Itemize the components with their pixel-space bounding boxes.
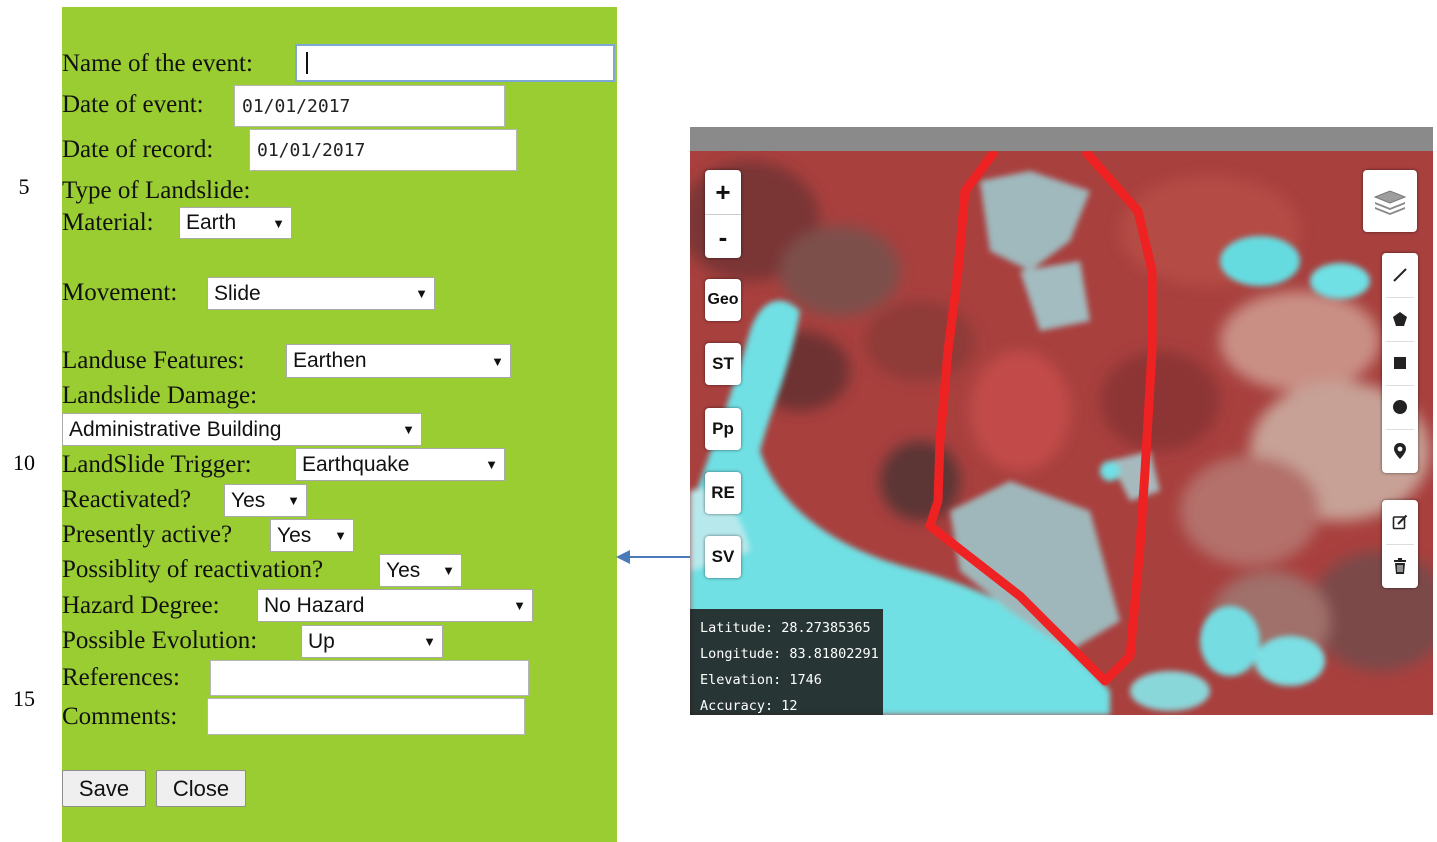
- line-number-10: 10: [13, 450, 35, 475]
- re-button[interactable]: RE: [705, 472, 741, 514]
- event-name-input[interactable]: [295, 44, 615, 82]
- zoom-in-button[interactable]: +: [705, 170, 741, 215]
- hazard-row: Hazard Degree:: [62, 590, 220, 621]
- accuracy-readout: Accuracy: 12: [700, 698, 798, 714]
- trigger-select[interactable]: Earthquake ▼: [295, 448, 505, 481]
- reactivation-possibility-select[interactable]: Yes ▼: [379, 554, 462, 587]
- layers-control[interactable]: [1363, 170, 1417, 232]
- chevron-down-icon: ▼: [513, 598, 526, 613]
- reactivation-possibility-label: Possiblity of reactivation?: [62, 556, 324, 584]
- chevron-down-icon: ▼: [287, 493, 300, 508]
- map-view[interactable]: + - Geo ST Pp RE SV Latitude: 28.2738536…: [690, 127, 1433, 715]
- edit-icon: [1392, 514, 1408, 530]
- references-input[interactable]: [210, 660, 529, 696]
- hazard-select[interactable]: No Hazard ▼: [257, 589, 533, 622]
- material-label: Material:: [62, 209, 154, 237]
- landslide-form: Name of the event: Date of event: 01/01/…: [62, 7, 617, 842]
- sv-button[interactable]: SV: [705, 536, 741, 578]
- presently-active-select[interactable]: Yes ▼: [270, 519, 354, 552]
- event-date-row: Date of event:: [62, 89, 204, 120]
- draw-marker-button[interactable]: [1382, 429, 1418, 473]
- edit-layers-button[interactable]: [1382, 500, 1418, 544]
- coordinates-panel: Latitude: 28.27385365 Longitude: 83.8180…: [690, 609, 883, 715]
- references-label: References:: [62, 664, 180, 692]
- elevation-readout: Elevation: 1746: [700, 672, 822, 688]
- record-date-label: Date of record:: [62, 136, 214, 164]
- polygon-icon: [1393, 312, 1407, 326]
- reactivated-row: Reactivated?: [62, 484, 191, 515]
- comments-label: Comments:: [62, 703, 178, 731]
- reactivated-select[interactable]: Yes ▼: [224, 484, 307, 517]
- polyline-icon: [1393, 268, 1407, 282]
- draw-toolbar: [1382, 253, 1418, 473]
- presently-active-row: Presently active?: [62, 519, 232, 550]
- landuse-select[interactable]: Earthen ▼: [286, 344, 511, 378]
- event-name-label: Name of the event:: [62, 50, 253, 78]
- zoom-control: + -: [705, 170, 741, 258]
- movement-label: Movement:: [62, 279, 178, 307]
- line-number-5: 5: [18, 174, 30, 199]
- draw-circle-button[interactable]: [1382, 385, 1418, 429]
- material-row: Material:: [62, 207, 154, 238]
- latitude-readout: Latitude: 28.27385365: [700, 620, 871, 636]
- circle-icon: [1393, 400, 1407, 414]
- material-select[interactable]: Earth ▼: [179, 207, 292, 239]
- chevron-down-icon: ▼: [491, 353, 504, 369]
- rectangle-icon: [1394, 357, 1406, 369]
- damage-row: Landslide Damage:: [62, 380, 257, 411]
- chevron-down-icon: ▼: [423, 634, 436, 649]
- type-heading-row: Type of Landslide:: [62, 175, 250, 206]
- chevron-down-icon: ▼: [334, 528, 347, 543]
- st-button[interactable]: ST: [705, 343, 741, 385]
- layers-icon: [1373, 190, 1407, 215]
- evolution-label: Possible Evolution:: [62, 627, 258, 655]
- delete-layers-button[interactable]: [1382, 544, 1418, 588]
- event-date-input[interactable]: 01/01/2017: [234, 85, 505, 127]
- record-date-row: Date of record:: [62, 134, 213, 165]
- trash-icon: [1394, 558, 1406, 574]
- draw-polyline-button[interactable]: [1382, 253, 1418, 297]
- edit-toolbar: [1382, 500, 1418, 588]
- pp-button[interactable]: Pp: [705, 408, 741, 450]
- hazard-label: Hazard Degree:: [62, 592, 220, 620]
- comments-input[interactable]: [207, 698, 525, 735]
- line-number-15: 15: [13, 686, 35, 711]
- chevron-down-icon: ▼: [402, 422, 415, 437]
- marker-icon: [1394, 443, 1406, 459]
- event-date-label: Date of event:: [62, 91, 204, 119]
- evolution-row: Possible Evolution:: [62, 625, 257, 656]
- connector-arrow: [616, 550, 692, 564]
- chevron-down-icon: ▼: [485, 457, 498, 472]
- zoom-out-button[interactable]: -: [705, 215, 741, 259]
- geo-button[interactable]: Geo: [705, 279, 741, 321]
- reactivated-label: Reactivated?: [62, 486, 192, 514]
- landuse-label: Landuse Features:: [62, 347, 245, 375]
- reactivation-possibility-row: Possiblity of reactivation?: [62, 554, 323, 585]
- presently-active-label: Presently active?: [62, 521, 233, 549]
- trigger-label: LandSlide Trigger:: [62, 451, 252, 479]
- map-header-bar: [690, 127, 1433, 151]
- type-of-landslide-heading: Type of Landslide:: [62, 177, 251, 205]
- draw-polygon-button[interactable]: [1382, 297, 1418, 341]
- record-date-input[interactable]: 01/01/2017: [249, 129, 517, 171]
- trigger-row: LandSlide Trigger:: [62, 449, 252, 480]
- chevron-down-icon: ▼: [442, 563, 455, 578]
- evolution-select[interactable]: Up ▼: [301, 625, 443, 658]
- text-caret: [306, 52, 308, 74]
- movement-row: Movement:: [62, 277, 177, 308]
- references-row: References:: [62, 662, 180, 693]
- landuse-row: Landuse Features:: [62, 345, 245, 376]
- comments-row: Comments:: [62, 701, 177, 732]
- chevron-down-icon: ▼: [415, 286, 428, 301]
- damage-label: Landslide Damage:: [62, 382, 258, 410]
- movement-select[interactable]: Slide ▼: [207, 277, 435, 310]
- longitude-readout: Longitude: 83.81802291: [700, 646, 879, 662]
- close-button[interactable]: Close: [156, 770, 246, 807]
- chevron-down-icon: ▼: [272, 215, 285, 231]
- save-button[interactable]: Save: [62, 770, 146, 807]
- damage-select[interactable]: Administrative Building ▼: [62, 413, 422, 446]
- draw-rectangle-button[interactable]: [1382, 341, 1418, 385]
- event-name-row: Name of the event:: [62, 48, 253, 79]
